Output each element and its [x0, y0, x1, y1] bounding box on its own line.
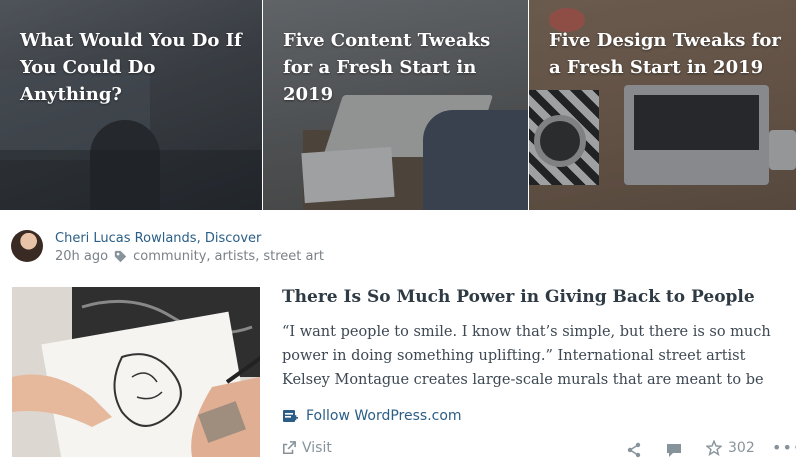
visit-label: Visit: [302, 440, 332, 456]
post-timestamp[interactable]: 20h ago: [55, 249, 108, 264]
featured-card-title: What Would You Do If You Could Do Anythi…: [20, 30, 242, 105]
tag-label: street art: [263, 249, 324, 264]
post-byline: Cheri Lucas Rowlands, Discover: [55, 231, 261, 246]
like-count: 302: [728, 440, 755, 456]
tag-link[interactable]: community,: [133, 249, 210, 264]
visit-button[interactable]: Visit: [282, 440, 332, 456]
follow-button[interactable]: Follow WordPress.com: [282, 408, 462, 424]
featured-card-2[interactable]: Five Content Tweaks for a Fresh Start in…: [263, 0, 528, 210]
comment-button[interactable]: [664, 440, 684, 460]
post-featured-image[interactable]: [12, 287, 260, 457]
post-tags: community, artists, street art: [133, 249, 324, 264]
post-meta: 20h ago community, artists, street art: [55, 249, 324, 264]
featured-card-title: Five Design Tweaks for a Fresh Start in …: [549, 30, 781, 78]
star-icon: [706, 440, 722, 456]
illustration-drawing-image: [12, 287, 260, 457]
featured-posts: What Would You Do If You Could Do Anythi…: [0, 0, 796, 210]
tag-icon: [114, 250, 127, 263]
comment-icon: [667, 444, 681, 457]
follow-label: Follow WordPress.com: [306, 408, 462, 424]
tag-label: artists: [214, 249, 256, 264]
featured-card-title: Five Content Tweaks for a Fresh Start in…: [283, 30, 491, 105]
like-button[interactable]: 302: [706, 440, 755, 456]
follow-site-icon: [283, 410, 298, 422]
tag-link[interactable]: artists,: [215, 249, 260, 264]
external-link-icon: [282, 441, 296, 455]
tag-link[interactable]: street art: [263, 249, 324, 264]
share-icon: [627, 442, 641, 458]
share-button[interactable]: [624, 440, 644, 460]
featured-card-3[interactable]: Five Design Tweaks for a Fresh Start in …: [529, 0, 796, 210]
ellipsis-icon[interactable]: •••: [772, 438, 796, 457]
site-link[interactable]: Discover: [205, 231, 262, 246]
post-excerpt: “I want people to smile. I know that’s s…: [282, 324, 771, 388]
post-title[interactable]: There Is So Much Power in Giving Back to…: [282, 287, 755, 307]
tag-label: community: [133, 249, 207, 264]
post-actions: Visit 302 •••: [282, 438, 796, 462]
featured-card-1[interactable]: What Would You Do If You Could Do Anythi…: [0, 0, 262, 210]
author-avatar[interactable]: [11, 230, 43, 262]
author-link[interactable]: Cheri Lucas Rowlands: [55, 231, 197, 246]
byline-separator: ,: [196, 231, 205, 246]
